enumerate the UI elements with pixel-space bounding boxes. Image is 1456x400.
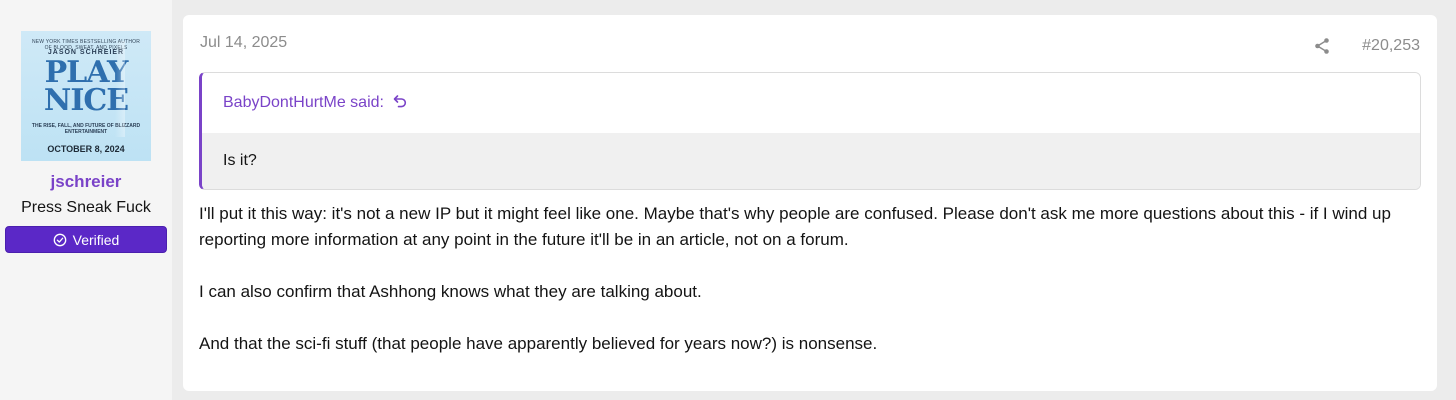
verified-badge-label: Verified xyxy=(72,231,120,248)
avatar-title-line2: NICE xyxy=(43,83,129,118)
username-link[interactable]: jschreier xyxy=(0,172,172,192)
post-body: I'll put it this way: it's not a new IP … xyxy=(199,201,1424,383)
post-date[interactable]: Jul 14, 2025 xyxy=(200,34,287,52)
user-title: Press Sneak Fuck xyxy=(21,199,151,216)
avatar[interactable]: NEW YORK TIMES BESTSELLING AUTHOR OF BLO… xyxy=(21,31,151,161)
post-number-link[interactable]: #20,253 xyxy=(1362,37,1420,55)
check-circle-icon xyxy=(53,233,67,247)
quote-author-link[interactable]: BabyDontHurtMe said: xyxy=(223,94,384,112)
forum-post-page: NEW YORK TIMES BESTSELLING AUTHOR OF BLO… xyxy=(0,0,1456,400)
post-paragraph: And that the sci-fi stuff (that people h… xyxy=(199,334,878,353)
quote-body: Is it? xyxy=(202,133,1420,189)
verified-badge: Verified xyxy=(5,226,167,253)
user-info-column: NEW YORK TIMES BESTSELLING AUTHOR OF BLO… xyxy=(0,0,172,400)
avatar-book-title: PLAY NICE xyxy=(21,58,151,118)
quote-block: BabyDontHurtMe said: Is it? xyxy=(199,72,1421,190)
post-card: Jul 14, 2025 #20,253 BabyDontHurtMe said… xyxy=(183,15,1437,391)
avatar-date: OCTOBER 8, 2024 xyxy=(47,144,125,154)
post-paragraph: I'll put it this way: it's not a new IP … xyxy=(199,204,1391,249)
post-paragraph: I can also confirm that Ashhong knows wh… xyxy=(199,282,702,301)
avatar-book-spine xyxy=(115,41,125,137)
quote-header: BabyDontHurtMe said: xyxy=(202,73,1420,133)
share-icon[interactable] xyxy=(1313,37,1331,55)
undo-arrow-icon[interactable] xyxy=(392,93,408,114)
